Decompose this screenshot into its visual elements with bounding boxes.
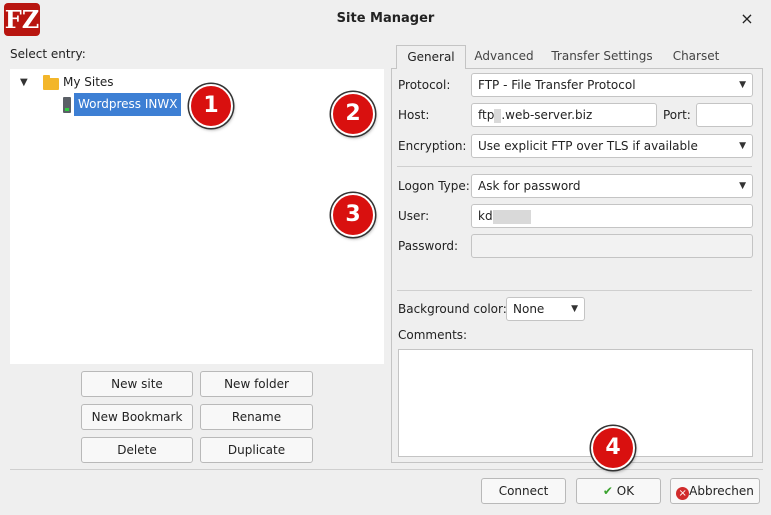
background-color-select[interactable]: None bbox=[506, 297, 585, 321]
new-site-button[interactable]: New site bbox=[81, 371, 193, 397]
logon-type-select[interactable]: Ask for password bbox=[471, 174, 753, 198]
cancel-button[interactable]: × Abbrechen bbox=[670, 478, 760, 504]
host-suffix: .web-server.biz bbox=[501, 108, 593, 122]
tree-site-wordpress-inwx[interactable]: Wordpress INWX bbox=[74, 93, 182, 116]
protocol-label: Protocol: bbox=[398, 78, 451, 92]
select-entry-label: Select entry: bbox=[10, 47, 86, 61]
user-value: kd bbox=[478, 209, 493, 223]
close-icon[interactable]: × bbox=[736, 8, 758, 30]
redacted-block bbox=[492, 209, 531, 224]
password-label: Password: bbox=[398, 239, 459, 253]
divider bbox=[397, 290, 752, 291]
footer-divider bbox=[10, 469, 763, 470]
tab-advanced[interactable]: Advanced bbox=[469, 45, 539, 68]
new-bookmark-button[interactable]: New Bookmark bbox=[81, 404, 193, 430]
checkmark-icon: ✔ bbox=[602, 484, 613, 498]
encryption-label: Encryption: bbox=[398, 139, 467, 153]
tab-general[interactable]: General bbox=[396, 45, 466, 69]
host-label: Host: bbox=[398, 108, 430, 122]
ok-button[interactable]: ✔ OK bbox=[576, 478, 661, 504]
rename-button[interactable]: Rename bbox=[200, 404, 313, 430]
annotation-badge-1: 1 bbox=[189, 84, 233, 128]
host-input[interactable]: ftp .web-server.biz bbox=[471, 103, 657, 127]
tab-charset[interactable]: Charset bbox=[666, 45, 726, 68]
annotation-badge-4: 4 bbox=[591, 426, 635, 470]
port-input[interactable] bbox=[696, 103, 753, 127]
host-prefix: ftp bbox=[478, 108, 495, 122]
password-input[interactable] bbox=[471, 234, 753, 258]
delete-button[interactable]: Delete bbox=[81, 437, 193, 463]
collapse-arrow-icon[interactable]: ▼ bbox=[20, 77, 28, 88]
divider bbox=[397, 166, 752, 167]
comments-textarea[interactable] bbox=[398, 349, 753, 457]
annotation-badge-2: 2 bbox=[331, 92, 375, 136]
tab-transfer-settings[interactable]: Transfer Settings bbox=[547, 45, 657, 68]
window-title: Site Manager bbox=[336, 11, 435, 26]
comments-label: Comments: bbox=[398, 328, 468, 342]
folder-icon bbox=[43, 75, 59, 90]
cancel-icon: × bbox=[676, 487, 690, 500]
background-color-label: Background color: bbox=[398, 302, 507, 316]
logon-type-label: Logon Type: bbox=[398, 179, 470, 193]
server-icon bbox=[63, 97, 71, 113]
cancel-label: Abbrechen bbox=[689, 484, 754, 498]
port-label: Port: bbox=[663, 108, 691, 122]
user-input[interactable]: kd bbox=[471, 204, 753, 228]
annotation-badge-3: 3 bbox=[331, 193, 375, 237]
protocol-select[interactable]: FTP - File Transfer Protocol bbox=[471, 73, 753, 97]
new-folder-button[interactable]: New folder bbox=[200, 371, 313, 397]
user-label: User: bbox=[398, 209, 430, 223]
tree-folder-my-sites[interactable]: My Sites bbox=[63, 75, 114, 89]
connect-button[interactable]: Connect bbox=[481, 478, 566, 504]
encryption-select[interactable]: Use explicit FTP over TLS if available bbox=[471, 134, 753, 158]
duplicate-button[interactable]: Duplicate bbox=[200, 437, 313, 463]
ok-label: OK bbox=[616, 484, 635, 498]
